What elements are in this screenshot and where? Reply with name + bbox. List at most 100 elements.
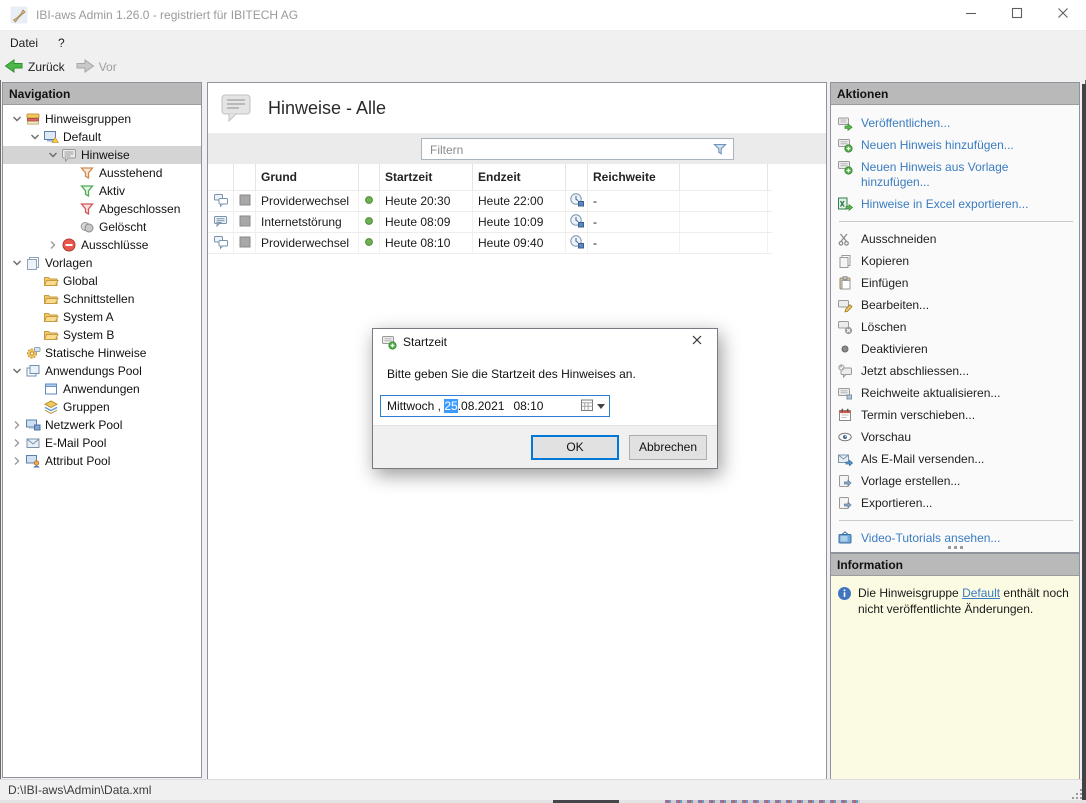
chevron-right-icon[interactable] — [45, 238, 61, 252]
action-label: Als E-Mail versenden... — [861, 452, 985, 466]
col-grund[interactable]: Grund — [256, 164, 359, 190]
default-group-link[interactable]: Default — [962, 586, 1000, 600]
cell-startzeit: Heute 20:30 — [380, 191, 473, 211]
col-endzeit[interactable]: Endzeit — [473, 164, 566, 190]
action-bearbeiten[interactable]: Bearbeiten... — [837, 294, 1075, 316]
toolbar: Zurück Vor — [0, 54, 1086, 80]
chevron-down-icon[interactable] — [9, 112, 25, 126]
datetime-time[interactable]: 08:10 — [513, 399, 543, 413]
tree-item-default[interactable]: Default — [3, 128, 201, 146]
cell-grund: Providerwechsel — [256, 191, 359, 211]
tree-item-ausschluesse[interactable]: Ausschlüsse — [3, 236, 201, 254]
tree-item-geloescht[interactable]: Gelöscht — [3, 218, 201, 236]
action-einfuegen[interactable]: Einfügen — [837, 272, 1075, 294]
title-bar[interactable]: IBI-aws Admin 1.26.0 - registriert für I… — [0, 0, 1086, 31]
panel-resize-grip[interactable] — [831, 546, 1079, 549]
actions-panel: Aktionen Veröffentlichen... Neuen Hinwei… — [830, 82, 1080, 553]
navigation-panel: Navigation Hinweisgruppen Default Hinwei… — [2, 82, 202, 778]
action-jetzt-abschliessen[interactable]: Jetzt abschliessen... — [837, 360, 1075, 382]
chevron-right-icon[interactable] — [9, 436, 25, 450]
menu-help[interactable]: ? — [48, 33, 75, 53]
separator — [839, 520, 1073, 521]
action-ausschneiden[interactable]: Ausschneiden — [837, 228, 1075, 250]
table-row[interactable]: Internetstörung Heute 08:09 Heute 10:09 … — [208, 212, 772, 233]
tree-item-aktiv[interactable]: Aktiv — [3, 182, 201, 200]
filter-input[interactable] — [428, 139, 702, 160]
default-group-icon — [43, 129, 59, 145]
action-email-versenden[interactable]: Als E-Mail versenden... — [837, 448, 1075, 470]
datetime-picker[interactable]: Mittwoch , 25.08.2021 08:10 — [380, 395, 610, 417]
col-active[interactable] — [359, 164, 380, 190]
tree-item-anwendungen[interactable]: Anwendungen — [3, 380, 201, 398]
datetime-date[interactable]: .08.2021 — [458, 399, 505, 413]
minimize-button[interactable] — [948, 0, 994, 30]
action-vorschau[interactable]: Vorschau — [837, 426, 1075, 448]
datetime-day-name[interactable]: Mittwoch , — [387, 399, 441, 413]
tree-item-attribut-pool[interactable]: Attribut Pool — [3, 452, 201, 470]
range-clock-icon — [569, 213, 585, 232]
action-reichweite-aktualisieren[interactable]: Reichweite aktualisieren... — [837, 382, 1075, 404]
range-clock-icon — [569, 234, 585, 253]
tree-label: Ausstehend — [99, 166, 163, 180]
table-row[interactable]: Providerwechsel Heute 20:30 Heute 22:00 … — [208, 191, 772, 212]
maximize-button[interactable] — [994, 0, 1040, 30]
tree-item-abgeschlossen[interactable]: Abgeschlossen — [3, 200, 201, 218]
static-hints-icon — [25, 345, 41, 361]
col-icon[interactable] — [208, 164, 234, 190]
tree-item-ausstehend[interactable]: Ausstehend — [3, 164, 201, 182]
tree-item-system-a[interactable]: System A — [3, 308, 201, 326]
finish-now-icon — [837, 363, 853, 379]
action-termin-verschieben[interactable]: Termin verschieben... — [837, 404, 1075, 426]
close-button[interactable] — [1040, 0, 1086, 30]
table-row[interactable]: Providerwechsel Heute 08:10 Heute 09:40 … — [208, 233, 772, 254]
tree-item-gruppen[interactable]: Gruppen — [3, 398, 201, 416]
datetime-dropdown-button[interactable] — [580, 398, 609, 415]
data-file-path: D:\IBI-aws\Admin\Data.xml — [8, 783, 152, 797]
chevron-right-icon[interactable] — [9, 418, 25, 432]
cell-grund: Internetstörung — [256, 212, 359, 232]
col-clock[interactable] — [566, 164, 588, 190]
action-neuer-hinweis[interactable]: Neuen Hinweis hinzufügen... — [837, 134, 1075, 156]
forward-button[interactable]: Vor — [71, 55, 123, 80]
col-status[interactable] — [234, 164, 256, 190]
tree-item-vorlagen[interactable]: Vorlagen — [3, 254, 201, 272]
menu-datei[interactable]: Datei — [0, 33, 48, 53]
tree-item-statische-hinweise[interactable]: Statische Hinweise — [3, 344, 201, 362]
active-dot-icon — [361, 234, 377, 253]
tree-item-system-b[interactable]: System B — [3, 326, 201, 344]
tree-item-anwendungs-pool[interactable]: Anwendungs Pool — [3, 362, 201, 380]
datetime-day-selected[interactable]: 25 — [444, 399, 458, 413]
cancel-button[interactable]: Abbrechen — [629, 434, 707, 460]
chevron-down-icon[interactable] — [9, 256, 25, 270]
dialog-title-bar[interactable]: Startzeit — [373, 329, 717, 355]
chevron-down-icon[interactable] — [27, 130, 43, 144]
dialog-close-button[interactable] — [677, 329, 717, 355]
minimize-icon — [963, 5, 979, 26]
action-vorlage-erstellen[interactable]: Vorlage erstellen... — [837, 470, 1075, 492]
back-button[interactable]: Zurück — [0, 55, 71, 80]
tree-item-netzwerk-pool[interactable]: Netzwerk Pool — [3, 416, 201, 434]
action-kopieren[interactable]: Kopieren — [837, 250, 1075, 272]
filter-funnel-icon[interactable] — [713, 142, 728, 157]
col-startzeit[interactable]: Startzeit — [380, 164, 473, 190]
ok-button[interactable]: OK — [531, 434, 619, 460]
tree-item-global[interactable]: Global — [3, 272, 201, 290]
tree-item-hinweise[interactable]: Hinweise — [3, 146, 201, 164]
action-deaktivieren[interactable]: Deaktivieren — [837, 338, 1075, 360]
chevron-right-icon[interactable] — [9, 454, 25, 468]
chevron-down-icon[interactable] — [45, 148, 61, 162]
action-loeschen[interactable]: Löschen — [837, 316, 1075, 338]
action-veroeffentlichen[interactable]: Veröffentlichen... — [837, 112, 1075, 134]
tree-label: Ausschlüsse — [81, 238, 149, 252]
action-hinweis-aus-vorlage[interactable]: Neuen Hinweis aus Vorlage hinzufügen... — [837, 156, 1075, 193]
action-excel-export[interactable]: Hinweise in Excel exportieren... — [837, 193, 1075, 215]
attribute-pool-icon — [25, 453, 41, 469]
tree-item-schnittstellen[interactable]: Schnittstellen — [3, 290, 201, 308]
col-reichweite[interactable]: Reichweite — [588, 164, 680, 190]
tree-item-hinweisgruppen[interactable]: Hinweisgruppen — [3, 110, 201, 128]
hinweisgruppen-icon — [25, 111, 41, 127]
action-exportieren[interactable]: Exportieren... — [837, 492, 1075, 514]
chevron-down-icon[interactable] — [9, 364, 25, 378]
tree-item-email-pool[interactable]: E-Mail Pool — [3, 434, 201, 452]
